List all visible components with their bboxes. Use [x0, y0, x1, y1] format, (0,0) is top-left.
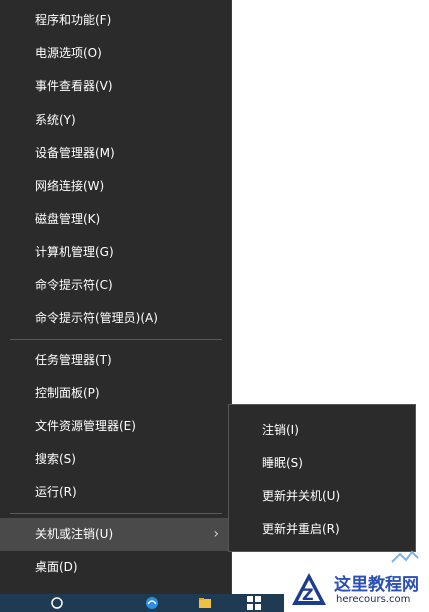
menu-item-command-prompt[interactable]: 命令提示符(C): [0, 269, 231, 302]
menu-separator: [10, 339, 222, 340]
site-watermark: Z 这里教程网 herecours.com: [284, 566, 429, 612]
watermark-title: 这里教程网: [334, 575, 419, 595]
menu-item-power-options[interactable]: 电源选项(O): [0, 37, 231, 70]
file-explorer-icon[interactable]: [198, 596, 212, 610]
menu-item-system[interactable]: 系统(Y): [0, 104, 231, 137]
menu-item-label: 网络连接(W): [35, 179, 105, 193]
menu-item-control-panel[interactable]: 控制面板(P): [0, 377, 231, 410]
submenu-item-label: 注销(I): [262, 423, 299, 437]
menu-item-label: 运行(R): [35, 485, 77, 499]
submenu-item-sleep[interactable]: 睡眠(S): [229, 447, 415, 480]
menu-item-label: 设备管理器(M): [35, 146, 115, 160]
menu-item-label: 磁盘管理(K): [35, 212, 101, 226]
menu-item-label: 命令提示符(管理员)(A): [35, 311, 158, 325]
edge-icon[interactable]: [145, 596, 159, 610]
menu-item-event-viewer[interactable]: 事件查看器(V): [0, 70, 231, 103]
menu-item-computer-management[interactable]: 计算机管理(G): [0, 236, 231, 269]
watermark-url: herecours.com: [336, 594, 411, 605]
menu-item-label: 文件资源管理器(E): [35, 419, 136, 433]
menu-item-label: 程序和功能(F): [35, 13, 112, 27]
menu-item-command-prompt-admin[interactable]: 命令提示符(管理员)(A): [0, 302, 231, 335]
menu-item-programs-and-features[interactable]: 程序和功能(F): [0, 4, 231, 37]
menu-item-label: 任务管理器(T): [35, 353, 112, 367]
menu-item-shutdown-or-sign-out[interactable]: 关机或注销(U) ›: [0, 518, 231, 551]
menu-item-disk-management[interactable]: 磁盘管理(K): [0, 203, 231, 236]
site-logo-icon: Z: [292, 573, 326, 605]
menu-item-device-manager[interactable]: 设备管理器(M): [0, 137, 231, 170]
menu-item-label: 计算机管理(G): [35, 245, 114, 259]
svg-text:Z: Z: [302, 585, 314, 604]
menu-item-file-explorer[interactable]: 文件资源管理器(E): [0, 410, 231, 443]
menu-item-label: 桌面(D): [35, 560, 78, 574]
menu-separator: [10, 513, 222, 514]
menu-item-label: 命令提示符(C): [35, 278, 113, 292]
search-circle-icon[interactable]: [50, 596, 64, 610]
menu-item-run[interactable]: 运行(R): [0, 476, 231, 509]
submenu-item-sign-out[interactable]: 注销(I): [229, 414, 415, 447]
menu-item-label: 事件查看器(V): [35, 79, 113, 93]
menu-item-search[interactable]: 搜索(S): [0, 443, 231, 476]
submenu-item-update-and-restart[interactable]: 更新并重启(R): [229, 513, 415, 546]
submenu-item-label: 更新并关机(U): [262, 489, 341, 503]
menu-item-label: 系统(Y): [35, 113, 76, 127]
menu-item-label: 搜索(S): [35, 452, 76, 466]
shutdown-submenu: 注销(I) 睡眠(S) 更新并关机(U) 更新并重启(R): [228, 404, 416, 552]
submenu-item-update-and-shutdown[interactable]: 更新并关机(U): [229, 480, 415, 513]
winx-context-menu: 程序和功能(F) 电源选项(O) 事件查看器(V) 系统(Y) 设备管理器(M)…: [0, 0, 232, 594]
menu-item-task-manager[interactable]: 任务管理器(T): [0, 344, 231, 377]
submenu-item-label: 更新并重启(R): [262, 522, 340, 536]
submenu-item-label: 睡眠(S): [262, 456, 303, 470]
chevron-right-icon: ›: [213, 526, 219, 542]
menu-item-desktop[interactable]: 桌面(D): [0, 551, 231, 584]
background-graphic-icon: [391, 550, 419, 563]
menu-item-label: 关机或注销(U): [35, 527, 114, 541]
menu-item-network-connections[interactable]: 网络连接(W): [0, 170, 231, 203]
windows-icon[interactable]: [246, 595, 262, 611]
menu-item-label: 控制面板(P): [35, 386, 100, 400]
menu-item-label: 电源选项(O): [35, 46, 102, 60]
